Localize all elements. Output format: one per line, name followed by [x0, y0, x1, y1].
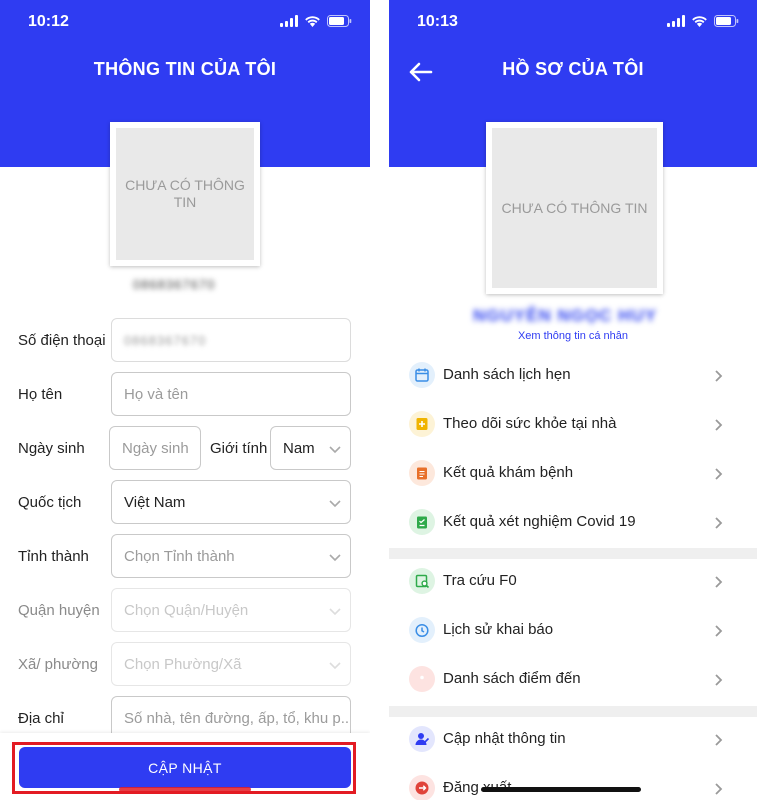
- health-icon: [409, 411, 435, 437]
- status-bar: 10:13: [389, 0, 757, 44]
- menu-item-location-pin[interactable]: Danh sách điểm đến: [389, 656, 757, 704]
- user-edit-icon: [409, 726, 435, 752]
- chevron-right-icon: [715, 625, 723, 637]
- clipboard-icon: [409, 460, 435, 486]
- chevron-right-icon: [715, 783, 723, 795]
- chevron-down-icon: [329, 662, 341, 670]
- page-title: HỒ SƠ CỦA TÔI: [502, 59, 644, 79]
- menu-item-clipboard[interactable]: Kết quả khám bệnh: [389, 450, 757, 498]
- section-separator: [389, 548, 757, 559]
- avatar-placeholder-text: CHƯA CÓ THÔNG TIN: [125, 177, 245, 210]
- wifi-icon: [691, 15, 708, 27]
- menu-item-lookup[interactable]: Tra cứu F0: [389, 558, 757, 606]
- test-result-icon: [409, 509, 435, 535]
- dob-field[interactable]: Ngày sinh: [109, 426, 201, 470]
- name-label: Họ tên: [18, 386, 63, 403]
- address-label: Địa chỉ: [18, 710, 64, 727]
- lookup-icon: [409, 568, 435, 594]
- ward-placeholder: Chọn Phường/Xã: [124, 655, 242, 673]
- province-label: Tỉnh thành: [18, 548, 89, 565]
- avatar-placeholder-text: CHƯA CÓ THÔNG TIN: [501, 199, 648, 216]
- menu-item-label: Theo dõi sức khỏe tại nhà: [443, 415, 617, 432]
- home-indicator: [119, 787, 251, 792]
- wifi-icon: [304, 15, 321, 27]
- status-time: 10:12: [28, 13, 69, 30]
- menu-item-health[interactable]: Theo dõi sức khỏe tại nhà: [389, 401, 757, 449]
- home-indicator: [481, 787, 641, 792]
- menu-item-label: Kết quả xét nghiệm Covid 19: [443, 513, 636, 530]
- chevron-right-icon: [715, 419, 723, 431]
- district-row: Quận huyện Chọn Quận/Huyện: [0, 588, 370, 634]
- menu-item-label: Danh sách điểm đến: [443, 670, 581, 687]
- screen-divider: [370, 0, 389, 800]
- district-label: Quận huyện: [18, 602, 100, 619]
- phone-label: Số điện thoại: [18, 332, 106, 349]
- nationality-row: Quốc tịch Việt Nam: [0, 480, 370, 526]
- chevron-down-icon: [329, 500, 341, 508]
- history-icon: [409, 617, 435, 643]
- district-placeholder: Chọn Quận/Huyện: [124, 601, 249, 619]
- menu-item-label: Lịch sử khai báo: [443, 621, 554, 638]
- menu-item-label: Cập nhật thông tin: [443, 730, 566, 747]
- chevron-down-icon: [329, 554, 341, 562]
- dob-gender-row: Ngày sinh Ngày sinh Giới tính Nam: [0, 426, 370, 472]
- ward-select[interactable]: Chọn Phường/Xã: [111, 642, 351, 686]
- avatar-placeholder[interactable]: CHƯA CÓ THÔNG TIN: [110, 122, 260, 266]
- ward-row: Xã/ phường Chọn Phường/Xã: [0, 642, 370, 688]
- phone-row: Số điện thoại 0868367670: [0, 318, 370, 364]
- name-field[interactable]: Họ và tên: [111, 372, 351, 416]
- status-time: 10:13: [417, 13, 458, 30]
- phone-number-blurred: 0868367670: [133, 277, 216, 292]
- view-personal-info-link[interactable]: Xem thông tin cá nhân: [389, 330, 757, 342]
- nationality-label: Quốc tịch: [18, 494, 82, 511]
- ward-label: Xã/ phường: [18, 656, 98, 673]
- phone-value: 0868367670: [124, 332, 207, 348]
- calendar-icon: [409, 362, 435, 388]
- section-separator: [389, 706, 757, 717]
- nationality-select[interactable]: Việt Nam: [111, 480, 351, 524]
- user-name-blurred: NGUYỄN NGỌC HUY: [473, 306, 658, 325]
- province-select[interactable]: Chọn Tỉnh thành: [111, 534, 351, 578]
- battery-icon: [714, 15, 739, 27]
- cellular-signal-icon: [667, 15, 685, 27]
- chevron-down-icon: [329, 608, 341, 616]
- battery-icon: [327, 15, 352, 27]
- name-row: Họ tên Họ và tên: [0, 372, 370, 418]
- gender-value: Nam: [283, 439, 315, 457]
- chevron-right-icon: [715, 734, 723, 746]
- menu-item-user-edit[interactable]: Cập nhật thông tin: [389, 716, 757, 764]
- chevron-right-icon: [715, 468, 723, 480]
- province-row: Tỉnh thành Chọn Tỉnh thành: [0, 534, 370, 580]
- cellular-signal-icon: [280, 15, 298, 27]
- chevron-right-icon: [715, 517, 723, 529]
- gender-label: Giới tính: [210, 440, 268, 457]
- gender-select[interactable]: Nam: [270, 426, 351, 470]
- page-title: THÔNG TIN CỦA TÔI: [93, 59, 277, 79]
- chevron-right-icon: [715, 576, 723, 588]
- province-placeholder: Chọn Tỉnh thành: [124, 547, 235, 565]
- chevron-down-icon: [329, 446, 341, 454]
- menu-item-label: Kết quả khám bệnh: [443, 464, 574, 481]
- chevron-right-icon: [715, 674, 723, 686]
- menu-item-logout[interactable]: Đăng xuất: [389, 765, 757, 800]
- location-pin-icon: [409, 666, 435, 692]
- menu-item-test-result[interactable]: Kết quả xét nghiệm Covid 19: [389, 499, 757, 547]
- update-button[interactable]: CẬP NHẬT: [19, 747, 351, 788]
- avatar-placeholder[interactable]: CHƯA CÓ THÔNG TIN: [486, 122, 663, 294]
- my-info-screen: 10:12 THÔNG TIN CỦA TÔI CHƯA CÓ THÔNG TI…: [0, 0, 370, 800]
- district-select[interactable]: Chọn Quận/Huyện: [111, 588, 351, 632]
- status-bar: 10:12: [0, 0, 370, 44]
- menu-item-label: Danh sách lịch hẹn: [443, 366, 571, 383]
- dob-label: Ngày sinh: [18, 440, 85, 457]
- logout-icon: [409, 775, 435, 800]
- menu-item-label: Tra cứu F0: [443, 572, 517, 589]
- my-profile-screen: 10:13 HỒ SƠ CỦA TÔI CHƯA CÓ THÔNG TIN NG…: [389, 0, 757, 800]
- nationality-value: Việt Nam: [124, 493, 186, 511]
- phone-field[interactable]: 0868367670: [111, 318, 351, 362]
- menu-item-history[interactable]: Lịch sử khai báo: [389, 607, 757, 655]
- menu-item-calendar[interactable]: Danh sách lịch hẹn: [389, 352, 757, 400]
- chevron-right-icon: [715, 370, 723, 382]
